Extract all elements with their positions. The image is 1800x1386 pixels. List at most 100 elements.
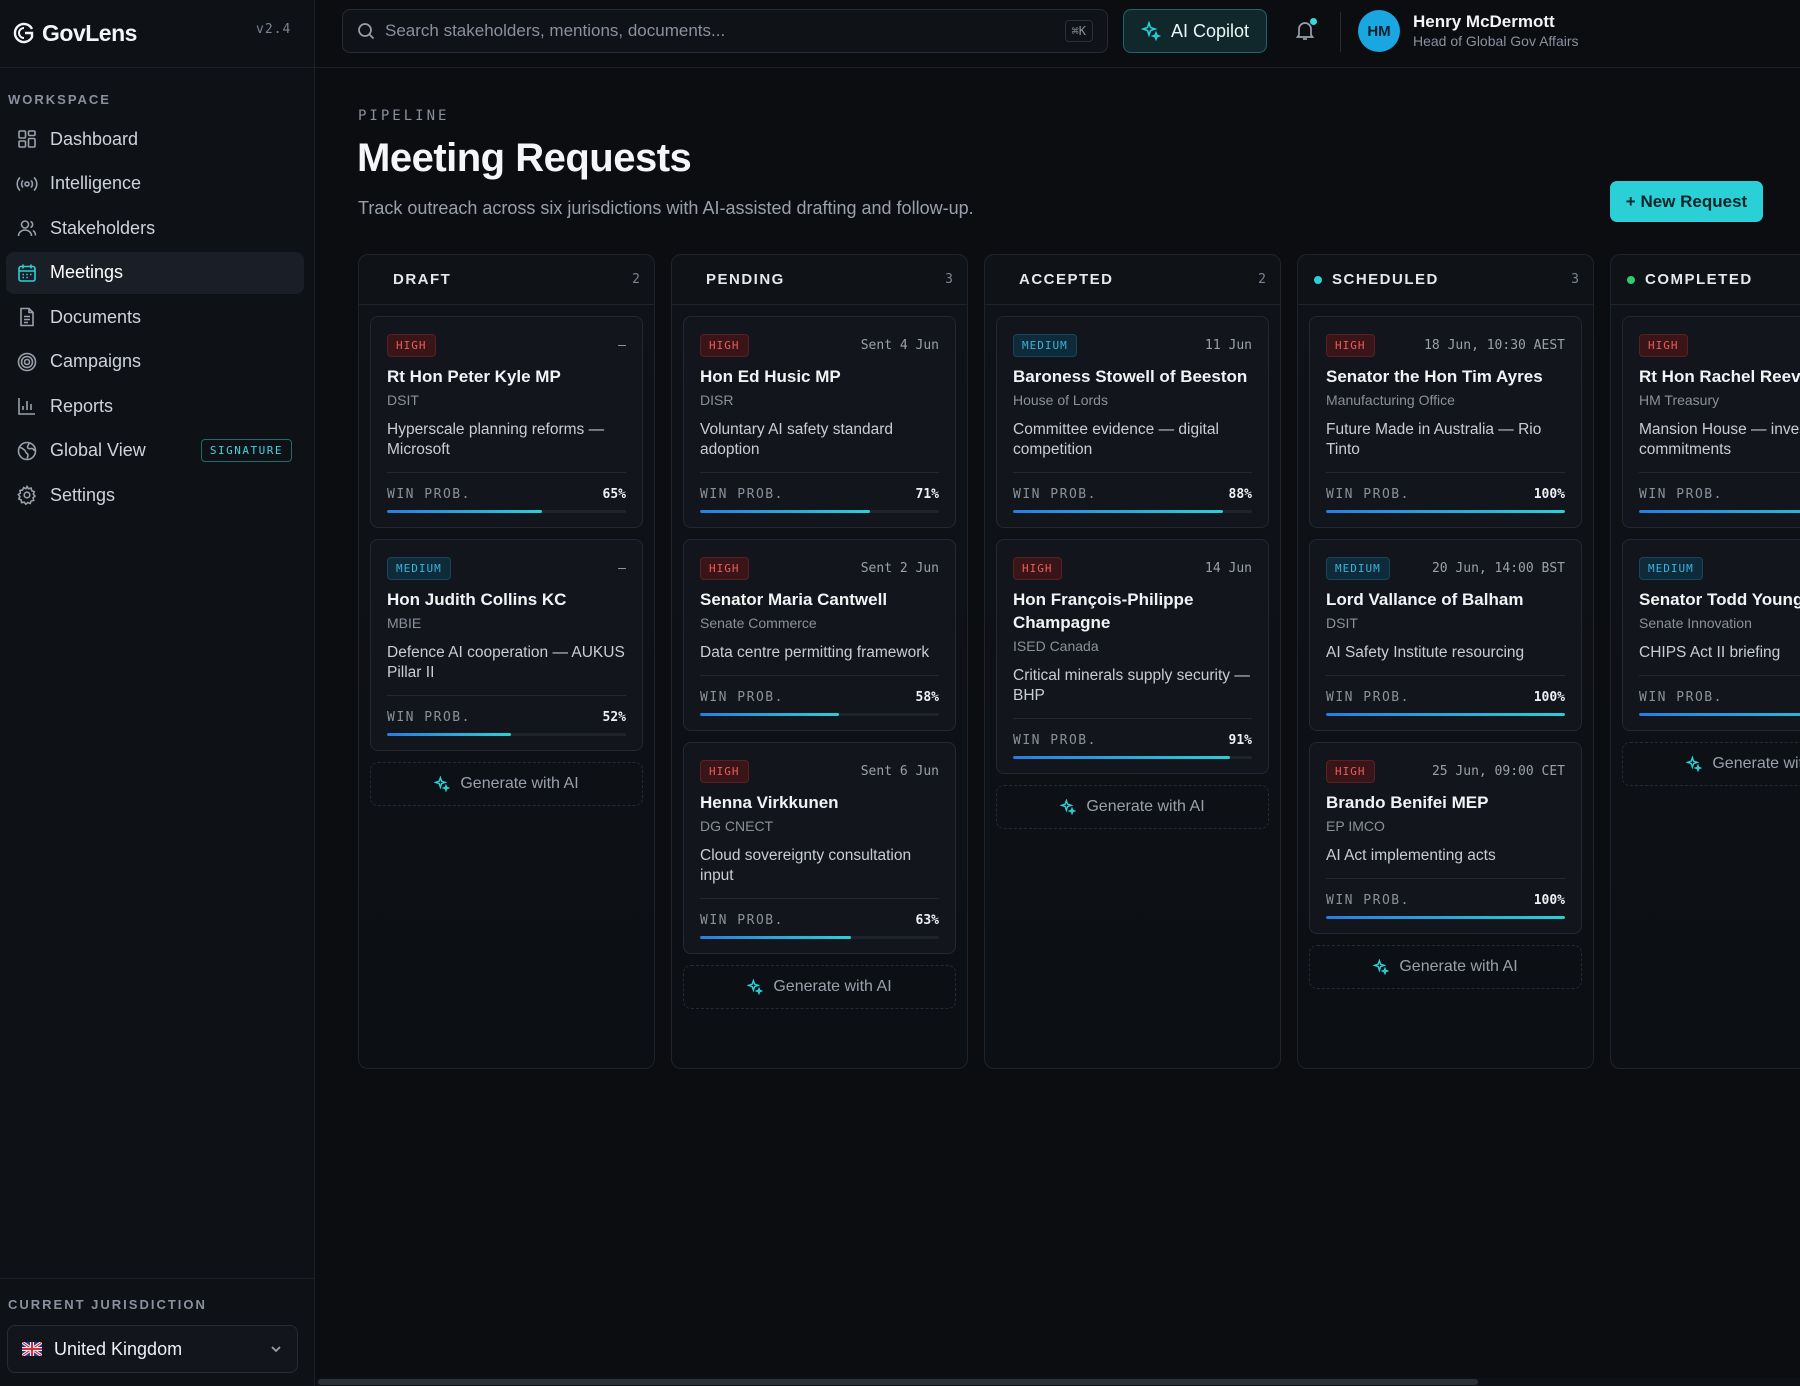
win-prob-label: WIN PROB. [1326,893,1410,908]
win-prob-label: WIN PROB. [387,710,471,725]
avatar[interactable]: HM [1358,10,1400,52]
column-count: 3 [1571,272,1579,287]
sidebar-item-label: Intelligence [50,173,142,193]
stakeholder-name: Henna Virkkunen [700,793,839,812]
win-prob-label: WIN PROB. [700,913,784,928]
meeting-topic: CHIPS Act II briefing [1639,644,1781,661]
win-prob-fill [387,733,512,736]
meeting-card[interactable]: HIGH – Rt Hon Peter Kyle MP DSIT Hypersca… [370,316,643,528]
bar-chart-icon [16,395,38,417]
generate-with-ai-button[interactable]: Generate with AI [370,762,643,806]
sidebar-item-campaigns[interactable]: Campaigns [6,341,304,383]
win-prob-label: WIN PROB. [1639,487,1723,502]
generate-with-ai-button[interactable]: Generate with AI [996,785,1269,829]
stakeholder-org: Senate Innovation [1639,615,1752,631]
jurisdiction-select[interactable]: United Kingdom [7,1325,298,1373]
sparkle-icon [1060,799,1077,815]
meeting-card[interactable]: HIGH Sent 6 Jun Henna Virkkunen DG CNECT … [683,742,956,954]
sparkle-icon [747,979,764,995]
users-icon [16,217,38,239]
uk-flag-icon [22,1342,42,1356]
priority-badge: MEDIUM [1639,556,1703,580]
meeting-card[interactable]: MEDIUM – Hon Judith Collins KC MBIE Defen… [370,539,643,751]
search-shortcut-hint: ⌘K [1064,20,1093,42]
column-completed: COMPLETED HIGH Rt Hon Rachel Reeves HM T… [1610,254,1800,1069]
win-prob-value: 52% [602,710,626,725]
generate-label: Generate with AI [1712,755,1800,772]
card-date: Sent 2 Jun [860,560,939,576]
sidebar-item-label: Campaigns [50,351,142,371]
jurisdiction-section-label: CURRENT JURISDICTION [8,1297,207,1312]
win-prob-fill [1639,510,1800,513]
version-label: v2.4 [256,22,292,37]
meeting-topic: Voluntary AI safety standard adoption [700,421,894,458]
meeting-card[interactable]: HIGH Sent 4 Jun Hon Ed Husic MP DISR Volu… [683,316,956,528]
column-accepted: ACCEPTED 2 MEDIUM 11 Jun Baroness Stowell… [984,254,1281,1069]
divider [387,472,626,473]
search-bar[interactable]: ⌘K [342,9,1108,53]
divider [700,675,939,676]
page-subtitle: Track outreach across six jurisdictions … [358,198,974,218]
sidebar-item-stakeholders[interactable]: Stakeholders [6,207,304,249]
stakeholder-org: MBIE [387,615,422,631]
govlens-logo-icon [13,22,34,44]
meeting-card[interactable]: MEDIUM Senator Todd Young Senate Innovat… [1622,539,1800,731]
stakeholder-org: House of Lords [1013,392,1108,408]
notifications-button[interactable] [1293,18,1319,44]
horizontal-scrollbar[interactable] [316,1378,1800,1386]
generate-with-ai-button[interactable]: Generate with AI [683,965,956,1009]
divider [1340,12,1341,52]
sidebar-item-dashboard[interactable]: Dashboard [6,118,304,160]
meeting-topic: Mansion House — investment commitments [1639,421,1800,458]
sidebar-item-meetings[interactable]: Meetings [6,251,304,294]
sidebar-item-documents[interactable]: Documents [6,296,304,338]
meeting-card[interactable]: MEDIUM 20 Jun, 14:00 BST Lord Vallance of… [1309,539,1582,731]
generate-with-ai-button[interactable]: Generate with AI [1622,742,1800,786]
ai-copilot-button[interactable]: AI Copilot [1123,9,1267,53]
search-input[interactable] [385,21,1065,41]
win-prob-bar [1326,510,1565,513]
sidebar-item-settings[interactable]: Settings [6,474,304,516]
win-prob-bar [700,510,939,513]
generate-with-ai-button[interactable]: Generate with AI [1309,945,1582,989]
brand[interactable]: GovLens [12,18,137,48]
sparkle-icon [1686,756,1703,772]
new-request-button[interactable]: + New Request [1610,181,1763,222]
win-prob-bar [700,936,939,939]
column-title: SCHEDULED [1332,271,1439,288]
stakeholder-org: ISED Canada [1013,638,1099,654]
win-prob-bar [387,510,626,513]
win-prob-bar [1639,510,1800,513]
column-header: DRAFT 2 [359,255,654,305]
column-header: PENDING 3 [672,255,967,305]
divider [1326,472,1565,473]
column-title: ACCEPTED [1019,271,1114,288]
scrollbar-thumb[interactable] [318,1379,1478,1385]
win-prob-label: WIN PROB. [700,487,784,502]
stakeholder-name: Senator Maria Cantwell [700,590,888,609]
sidebar-item-intelligence[interactable]: Intelligence [6,163,304,205]
sidebar-item-global-view[interactable]: Global View SIGNATURE [6,430,304,472]
win-prob-fill [700,713,839,716]
card-date: – [618,337,626,353]
sidebar-item-reports[interactable]: Reports [6,385,304,427]
card-date: 11 Jun [1205,337,1252,353]
divider [0,67,315,68]
win-prob-fill [700,936,851,939]
divider [1013,718,1252,719]
stakeholder-name: Lord Vallance of Balham [1326,590,1524,609]
meeting-card[interactable]: HIGH Rt Hon Rachel Reeves HM Treasury Ma… [1622,316,1800,528]
meeting-card[interactable]: MEDIUM 11 Jun Baroness Stowell of Beeston… [996,316,1269,528]
divider [700,898,939,899]
sidebar-item-label: Global View [50,440,146,460]
win-prob-bar [700,713,939,716]
meeting-card[interactable]: HIGH 25 Jun, 09:00 CET Brando Benifei MEP… [1309,742,1582,934]
meeting-card[interactable]: HIGH 14 Jun Hon François-Philippe Champag… [996,539,1269,774]
priority-badge: MEDIUM [1326,556,1390,580]
win-prob-bar [387,733,626,736]
meeting-card[interactable]: HIGH Sent 2 Jun Senator Maria Cantwell Se… [683,539,956,731]
meeting-card[interactable]: HIGH 18 Jun, 10:30 AEST Senator the Hon T… [1309,316,1582,528]
kanban-board: DRAFT 2 HIGH – Rt Hon Peter Kyle MP DSIT … [358,254,1800,1070]
generate-label: Generate with AI [773,978,892,995]
divider [1013,472,1252,473]
